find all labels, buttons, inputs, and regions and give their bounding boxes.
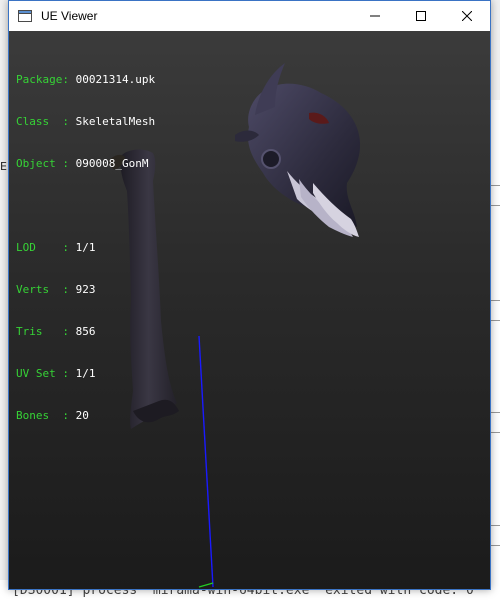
background-strip-tick: [490, 525, 500, 526]
info-spacer: [16, 199, 155, 213]
info-package-label: Package:: [16, 73, 76, 86]
background-strip-tick: [490, 185, 500, 186]
3d-viewport[interactable]: Package: 00021314.upk Class : SkeletalMe…: [9, 31, 490, 589]
info-tris-row: Tris : 856: [16, 325, 155, 339]
info-object-label: Object :: [16, 157, 76, 170]
info-verts-label: Verts :: [16, 283, 76, 296]
close-icon: [462, 11, 472, 21]
mesh-info-overlay: Package: 00021314.upk Class : SkeletalMe…: [16, 45, 155, 451]
app-window-icon: [17, 8, 33, 24]
info-package-row: Package: 00021314.upk: [16, 73, 155, 87]
info-uvset-label: UV Set :: [16, 367, 76, 380]
background-right-strip: [490, 100, 500, 580]
background-strip-tick: [490, 545, 500, 546]
info-lod-row: LOD : 1/1: [16, 241, 155, 255]
info-lod-value: 1/1: [75, 241, 96, 254]
window-title: UE Viewer: [41, 9, 98, 23]
info-bones-row: Bones : 20: [16, 409, 155, 423]
minimize-button[interactable]: [352, 1, 398, 31]
info-tris-value: 856: [75, 325, 96, 338]
info-class-value: SkeletalMesh: [75, 115, 156, 128]
background-strip-tick: [490, 432, 500, 433]
axis-z-line: [198, 335, 214, 588]
info-object-value: 090008_GonM: [75, 157, 149, 170]
background-left-mark: E: [0, 160, 7, 173]
info-bones-label: Bones :: [16, 409, 76, 422]
horned-head-mesh: [235, 63, 361, 237]
info-object-row: Object : 090008_GonM: [16, 157, 155, 171]
info-class-label: Class :: [16, 115, 76, 128]
axis-gizmo: [198, 335, 214, 588]
minimize-icon: [370, 11, 380, 21]
background-strip-tick: [490, 300, 500, 301]
axis-y-line: [198, 582, 214, 588]
background-strip-tick: [490, 412, 500, 413]
info-bones-value: 20: [75, 409, 89, 422]
info-verts-row: Verts : 923: [16, 283, 155, 297]
background-strip-tick: [490, 205, 500, 206]
close-button[interactable]: [444, 1, 490, 31]
info-uvset-value: 1/1: [75, 367, 96, 380]
maximize-button[interactable]: [398, 1, 444, 31]
title-bar[interactable]: UE Viewer: [9, 1, 490, 31]
background-strip-tick: [490, 320, 500, 321]
info-class-row: Class : SkeletalMesh: [16, 115, 155, 129]
info-tris-label: Tris :: [16, 325, 76, 338]
info-uvset-row: UV Set : 1/1: [16, 367, 155, 381]
info-verts-value: 923: [75, 283, 96, 296]
ue-viewer-window: UE Viewer Package: 00021314.upk Class: …: [8, 0, 491, 590]
info-package-value: 00021314.upk: [75, 73, 156, 86]
info-lod-label: LOD :: [16, 241, 76, 254]
maximize-icon: [416, 11, 426, 21]
